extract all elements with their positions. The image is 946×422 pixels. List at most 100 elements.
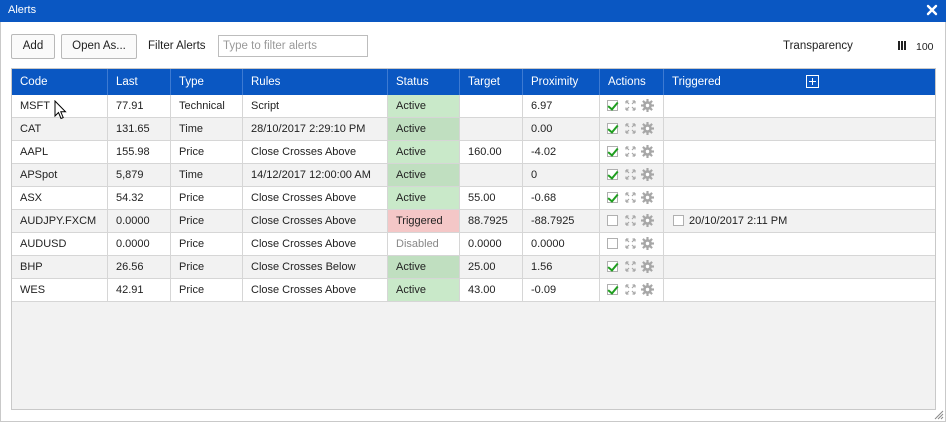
expand-icon[interactable]: [625, 215, 636, 226]
enable-checkbox-icon[interactable]: [607, 146, 618, 157]
add-button[interactable]: Add: [11, 34, 55, 59]
cell-last: 131.65: [108, 118, 171, 140]
cell-actions: [600, 210, 664, 232]
filter-input[interactable]: [218, 35, 368, 57]
cell-triggered: [664, 187, 935, 210]
table-row[interactable]: MSFT 77.91 Technical Script Active 6.97: [12, 95, 664, 118]
expand-icon[interactable]: [625, 284, 636, 295]
open-as-button[interactable]: Open As...: [61, 34, 137, 59]
gear-icon[interactable]: [641, 145, 654, 158]
cell-code: AUDJPY.FXCM: [12, 210, 108, 232]
transparency-icon[interactable]: [898, 41, 906, 50]
enable-checkbox-icon[interactable]: [607, 284, 618, 295]
expand-icon[interactable]: [625, 261, 636, 272]
expand-icon[interactable]: [625, 123, 636, 134]
window-title: Alerts: [8, 4, 37, 16]
cell-status: Triggered: [388, 210, 460, 232]
enable-checkbox-icon[interactable]: [607, 169, 618, 180]
gear-icon[interactable]: [641, 168, 654, 181]
column-header-proximity[interactable]: Proximity: [523, 69, 600, 95]
add-column-icon[interactable]: [806, 75, 819, 88]
cell-proximity: 6.97: [523, 95, 600, 117]
column-header-status[interactable]: Status: [388, 69, 460, 95]
close-icon[interactable]: [925, 3, 939, 17]
enable-checkbox-icon[interactable]: [607, 100, 618, 111]
table-row[interactable]: CAT 131.65 Time 28/10/2017 2:29:10 PM Active…: [12, 118, 664, 141]
table-row[interactable]: ASX 54.32 Price Close Crosses Above Active 55…: [12, 187, 664, 210]
gear-icon[interactable]: [641, 214, 654, 227]
gear-icon[interactable]: [641, 122, 654, 135]
cell-target: 55.00: [460, 187, 523, 209]
column-header-triggered[interactable]: Triggered: [664, 69, 935, 95]
cell-rules: Close Crosses Above: [243, 279, 388, 301]
toolbar: Add Open As... Filter Alerts Transparenc…: [0, 22, 946, 66]
cell-target: [460, 118, 523, 140]
enable-checkbox-icon[interactable]: [607, 238, 618, 249]
cell-code: WES: [12, 279, 108, 301]
enable-checkbox-icon[interactable]: [607, 192, 618, 203]
table-row[interactable]: APSpot 5,879 Time 14/12/2017 12:00:00 AM Act…: [12, 164, 664, 187]
cell-last: 5,879: [108, 164, 171, 186]
cell-triggered: [664, 256, 935, 279]
cell-rules: Close Crosses Above: [243, 141, 388, 163]
cell-actions: [600, 118, 664, 140]
table-row[interactable]: AUDUSD 0.0000 Price Close Crosses Above Disa…: [12, 233, 664, 256]
cell-type: Price: [171, 256, 243, 278]
gear-icon[interactable]: [641, 99, 654, 112]
cell-type: Price: [171, 141, 243, 163]
cell-last: 42.91: [108, 279, 171, 301]
cell-proximity: -4.02: [523, 141, 600, 163]
enable-checkbox-icon[interactable]: [607, 123, 618, 134]
cell-actions: [600, 95, 664, 117]
column-header-target[interactable]: Target: [460, 69, 523, 95]
cell-status: Active: [388, 256, 460, 278]
column-header-type[interactable]: Type: [171, 69, 243, 95]
column-header-rules[interactable]: Rules: [243, 69, 388, 95]
cell-last: 77.91: [108, 95, 171, 117]
enable-checkbox-icon[interactable]: [607, 215, 618, 226]
expand-icon[interactable]: [625, 169, 636, 180]
column-header-actions[interactable]: Actions: [600, 69, 664, 95]
gear-icon[interactable]: [641, 191, 654, 204]
cell-actions: [600, 187, 664, 209]
cell-actions: [600, 141, 664, 163]
expand-icon[interactable]: [625, 146, 636, 157]
cell-triggered: 20/10/2017 2:11 PM: [664, 210, 935, 233]
cell-type: Technical: [171, 95, 243, 117]
cell-target: [460, 164, 523, 186]
triggered-checkbox-icon[interactable]: [673, 215, 684, 226]
table-row[interactable]: WES 42.91 Price Close Crosses Above Active 43…: [12, 279, 664, 302]
cell-type: Time: [171, 164, 243, 186]
cell-proximity: 1.56: [523, 256, 600, 278]
resize-grip-icon[interactable]: [934, 410, 944, 420]
expand-icon[interactable]: [625, 192, 636, 203]
cell-status: Active: [388, 95, 460, 117]
cell-rules: 14/12/2017 12:00:00 AM: [243, 164, 388, 186]
cell-target: 25.00: [460, 256, 523, 278]
gear-icon[interactable]: [641, 237, 654, 250]
gear-icon[interactable]: [641, 260, 654, 273]
cell-code: APSpot: [12, 164, 108, 186]
table-row[interactable]: AUDJPY.FXCM 0.0000 Price Close Crosses Abov…: [12, 210, 664, 233]
cell-actions: [600, 256, 664, 278]
enable-checkbox-icon[interactable]: [607, 261, 618, 272]
cell-rules: Close Crosses Above: [243, 233, 388, 255]
cell-actions: [600, 233, 664, 255]
table-row[interactable]: AAPL 155.98 Price Close Crosses Above Active…: [12, 141, 664, 164]
cursor-icon: [54, 100, 67, 120]
grid-header: Code Last Type Rules Status Target Proxi…: [12, 69, 935, 95]
expand-icon[interactable]: [625, 100, 636, 111]
cell-type: Price: [171, 187, 243, 209]
cell-status: Active: [388, 187, 460, 209]
cell-type: Price: [171, 233, 243, 255]
column-header-last[interactable]: Last: [108, 69, 171, 95]
cell-proximity: 0.00: [523, 118, 600, 140]
expand-icon[interactable]: [625, 238, 636, 249]
table-row[interactable]: BHP 26.56 Price Close Crosses Below Active 25…: [12, 256, 664, 279]
cell-triggered: [664, 233, 935, 256]
column-header-code[interactable]: Code: [12, 69, 108, 95]
title-bar: Alerts: [0, 0, 946, 22]
gear-icon[interactable]: [641, 283, 654, 296]
cell-triggered: [664, 164, 935, 187]
transparency-label: Transparency: [783, 40, 853, 52]
